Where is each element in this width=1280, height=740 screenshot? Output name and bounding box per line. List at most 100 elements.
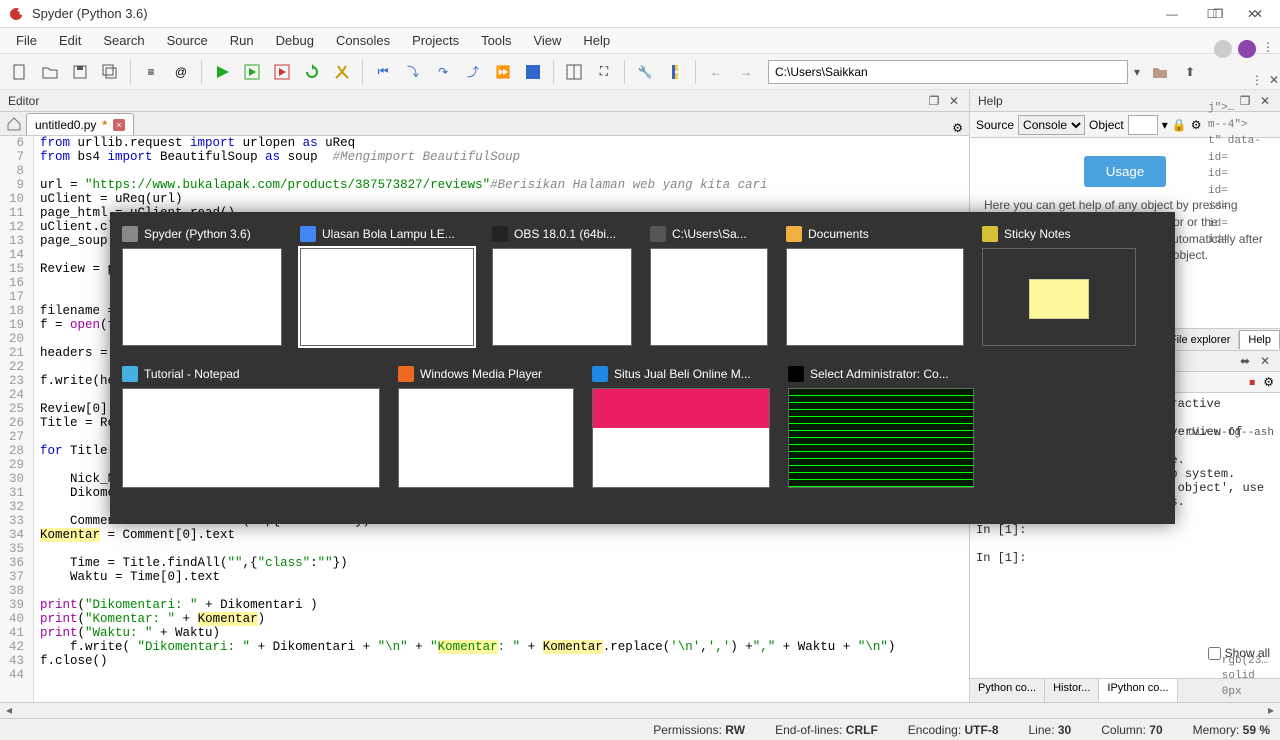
task-item[interactable]: Situs Jual Beli Online M... — [592, 364, 770, 488]
run-cell-next-icon[interactable] — [268, 58, 296, 86]
run-cell-icon[interactable] — [238, 58, 266, 86]
working-dir-input[interactable] — [768, 60, 1128, 84]
python-icon[interactable] — [661, 58, 689, 86]
task-app-icon — [982, 226, 998, 242]
path-dropdown-icon[interactable]: ▾ — [1130, 65, 1144, 79]
task-app-icon — [788, 366, 804, 382]
task-thumbnail — [592, 388, 770, 488]
editor-pane-close-icon[interactable]: ✕ — [947, 94, 961, 108]
browse-dir-icon[interactable] — [1146, 58, 1174, 86]
help-settings-icon[interactable]: ⚙ — [1191, 118, 1202, 132]
list-icon[interactable]: ≡ — [137, 58, 165, 86]
save-icon[interactable] — [66, 58, 94, 86]
menu-file[interactable]: File — [6, 29, 47, 52]
stop-icon[interactable] — [519, 58, 547, 86]
save-all-icon[interactable] — [96, 58, 124, 86]
file-tab-name: untitled0.py — [35, 118, 96, 132]
task-app-title: Windows Media Player — [420, 367, 542, 381]
step-first-icon[interactable]: ⏮ — [369, 58, 397, 86]
editor-pane-title: Editor — [8, 94, 39, 108]
task-app-title: Select Administrator: Co... — [810, 367, 949, 381]
task-item[interactable]: Sticky Notes — [982, 224, 1136, 346]
help-lock-icon[interactable]: 🔒 — [1172, 118, 1187, 132]
back-icon[interactable]: ← — [702, 58, 730, 86]
step-in-icon[interactable]: ⤵ — [399, 58, 427, 86]
outer-restore-button[interactable]: ❐ — [1198, 2, 1238, 26]
status-perm-value: RW — [725, 723, 745, 737]
editor-pane-header: Editor ❐ ✕ — [0, 90, 969, 112]
forward-icon[interactable]: → — [732, 58, 760, 86]
chrome-toolbar-fragment: ⋮ — [1214, 40, 1274, 58]
editor-hscroll[interactable]: ◂▸ — [0, 702, 1280, 718]
maximize-icon[interactable]: ⛶ — [590, 58, 618, 86]
task-item[interactable]: C:\Users\Sa... — [650, 224, 768, 346]
file-tab-close-icon[interactable]: × — [113, 119, 125, 131]
task-app-icon — [492, 226, 508, 242]
menu-run[interactable]: Run — [220, 29, 264, 52]
devtools-close-icon[interactable]: ✕ — [1269, 73, 1279, 87]
help-object-input[interactable] — [1128, 115, 1158, 135]
menu-projects[interactable]: Projects — [402, 29, 469, 52]
menu-edit[interactable]: Edit — [49, 29, 91, 52]
rerun-icon[interactable] — [298, 58, 326, 86]
step-out-icon[interactable]: ⤴ — [459, 58, 487, 86]
task-item[interactable]: Windows Media Player — [398, 364, 574, 488]
menu-search[interactable]: Search — [93, 29, 154, 52]
chrome-profile-icon[interactable] — [1214, 40, 1232, 58]
console-tab-python[interactable]: Python co... — [970, 679, 1045, 702]
file-tab[interactable]: untitled0.py* × — [26, 113, 134, 135]
usage-button[interactable]: Usage — [1084, 156, 1167, 187]
outer-close-button[interactable]: ✕ — [1238, 2, 1278, 26]
menu-view[interactable]: View — [523, 29, 571, 52]
devtools-show-all[interactable]: Show all — [1208, 646, 1270, 660]
task-item[interactable]: Ulasan Bola Lampu LE... — [300, 224, 474, 346]
console-stop-icon[interactable]: ⏹ — [1249, 375, 1255, 390]
console-tab-ipython[interactable]: IPython co... — [1099, 679, 1177, 702]
help-tab[interactable]: Help — [1239, 330, 1280, 349]
status-mem-label: Memory: — [1193, 723, 1240, 737]
task-app-icon — [398, 366, 414, 382]
console-pane-close-icon[interactable]: ✕ — [1258, 354, 1272, 368]
editor-pane-restore-icon[interactable]: ❐ — [927, 94, 941, 108]
console-tab-history[interactable]: Histor... — [1045, 679, 1099, 702]
status-enc-value: UTF-8 — [965, 723, 999, 737]
task-item[interactable]: Documents — [786, 224, 964, 346]
wrench-icon[interactable]: 🔧 — [631, 58, 659, 86]
new-file-icon[interactable] — [6, 58, 34, 86]
continue-icon[interactable]: ⏩ — [489, 58, 517, 86]
step-over-icon[interactable]: ↷ — [429, 58, 457, 86]
menu-tools[interactable]: Tools — [471, 29, 521, 52]
task-item[interactable]: Spyder (Python 3.6) — [122, 224, 282, 346]
task-item[interactable]: Select Administrator: Co... — [788, 364, 974, 488]
task-thumbnail — [786, 248, 964, 346]
task-app-icon — [650, 226, 666, 242]
alt-tab-overlay[interactable]: Spyder (Python 3.6)Ulasan Bola Lampu LE.… — [110, 212, 1175, 524]
chrome-ext-icon[interactable] — [1238, 40, 1256, 58]
menu-source[interactable]: Source — [157, 29, 218, 52]
open-file-icon[interactable] — [36, 58, 64, 86]
minimize-button[interactable]: — — [1152, 2, 1192, 26]
run-icon[interactable] — [208, 58, 236, 86]
editor-settings-icon[interactable]: ⚙ — [952, 121, 963, 135]
console-pane-expand-icon[interactable]: ⬌ — [1238, 354, 1252, 368]
menu-help[interactable]: Help — [573, 29, 620, 52]
menu-consoles[interactable]: Consoles — [326, 29, 400, 52]
chrome-menu-icon[interactable]: ⋮ — [1262, 40, 1274, 58]
titlebar: Spyder (Python 3.6) — ☐ ✕ — [0, 0, 1280, 28]
help-source-select[interactable]: Console — [1018, 115, 1085, 135]
console-settings-icon[interactable]: ⚙ — [1263, 375, 1274, 389]
task-item[interactable]: OBS 18.0.1 (64bi... — [492, 224, 632, 346]
parent-dir-icon[interactable]: ⬆ — [1176, 58, 1204, 86]
window-title: Spyder (Python 3.6) — [32, 6, 1152, 21]
debug-icon[interactable] — [328, 58, 356, 86]
devtools-toolbar-fragment: ⋮ ✕ — [1253, 70, 1277, 90]
show-all-checkbox[interactable] — [1208, 647, 1221, 660]
layout-icon[interactable] — [560, 58, 588, 86]
task-item[interactable]: Tutorial - Notepad — [122, 364, 380, 488]
at-icon[interactable]: @ — [167, 58, 195, 86]
help-object-dropdown-icon[interactable]: ▾ — [1162, 118, 1168, 132]
task-app-title: Sticky Notes — [1004, 227, 1071, 241]
tab-home-icon[interactable] — [6, 116, 22, 132]
devtools-menu-icon[interactable]: ⋮ — [1251, 73, 1263, 87]
menu-debug[interactable]: Debug — [266, 29, 324, 52]
